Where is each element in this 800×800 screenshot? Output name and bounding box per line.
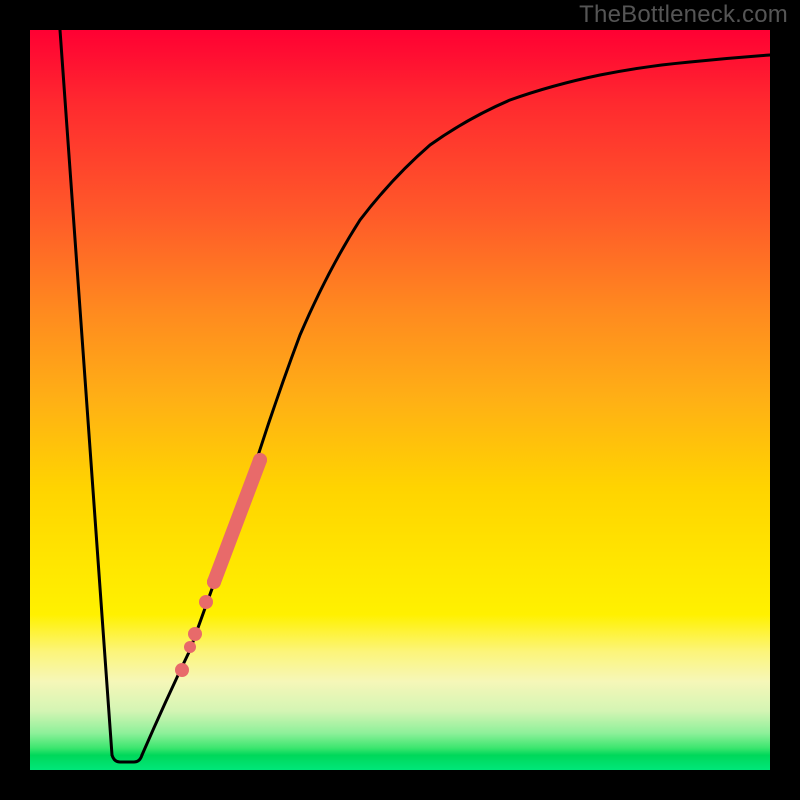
highlight-dot — [184, 641, 196, 653]
chart-frame: TheBottleneck.com — [0, 0, 800, 800]
curve-svg — [30, 30, 770, 770]
plot-area — [30, 30, 770, 770]
highlight-dot — [199, 595, 213, 609]
highlight-dot — [253, 453, 267, 467]
highlight-dot — [175, 663, 189, 677]
highlight-thick-segment — [214, 460, 260, 582]
highlight-dot — [207, 575, 221, 589]
curve-left-descent — [60, 30, 112, 755]
curve-valley-floor — [112, 755, 142, 762]
highlight-dot — [188, 627, 202, 641]
watermark-text: TheBottleneck.com — [579, 0, 788, 30]
curve-right-rise — [142, 55, 770, 755]
